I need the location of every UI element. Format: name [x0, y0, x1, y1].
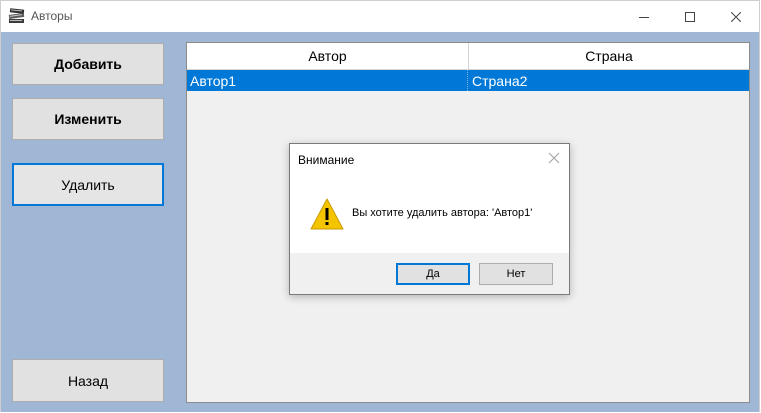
dialog-footer: Да Нет [290, 253, 569, 294]
no-button[interactable]: Нет [479, 263, 553, 285]
minimize-icon [639, 16, 649, 18]
cell-author[interactable]: Автор1 [187, 70, 468, 91]
close-icon [731, 11, 741, 22]
delete-button[interactable]: Удалить [12, 163, 164, 206]
books-icon [8, 8, 26, 24]
dialog-close-button[interactable] [547, 151, 561, 165]
maximize-icon [685, 11, 695, 22]
table-row[interactable]: Автор1 Страна2 [187, 70, 749, 91]
column-header-author[interactable]: Автор [187, 43, 469, 69]
title-bar[interactable]: Авторы [1, 1, 759, 32]
edit-button[interactable]: Изменить [12, 98, 164, 140]
warning-icon [310, 198, 344, 230]
window-title: Авторы [31, 9, 73, 23]
confirm-delete-dialog: Внимание Вы хотите удалить автора: 'Авто… [289, 143, 570, 295]
dialog-title: Внимание [298, 153, 355, 167]
add-button[interactable]: Добавить [12, 43, 164, 85]
back-button[interactable]: Назад [12, 359, 164, 402]
column-header-country[interactable]: Страна [469, 43, 749, 69]
minimize-button[interactable] [621, 1, 667, 32]
close-icon [548, 152, 560, 164]
maximize-button[interactable] [667, 1, 713, 32]
close-button[interactable] [713, 1, 759, 32]
authors-window: Авторы Добавить Изменить Удалить Назад А… [0, 0, 760, 412]
yes-button[interactable]: Да [396, 263, 470, 285]
cell-country[interactable]: Страна2 [469, 70, 749, 91]
grid-header: Автор Страна [187, 43, 749, 70]
dialog-message: Вы хотите удалить автора: 'Автор1' [352, 207, 533, 219]
